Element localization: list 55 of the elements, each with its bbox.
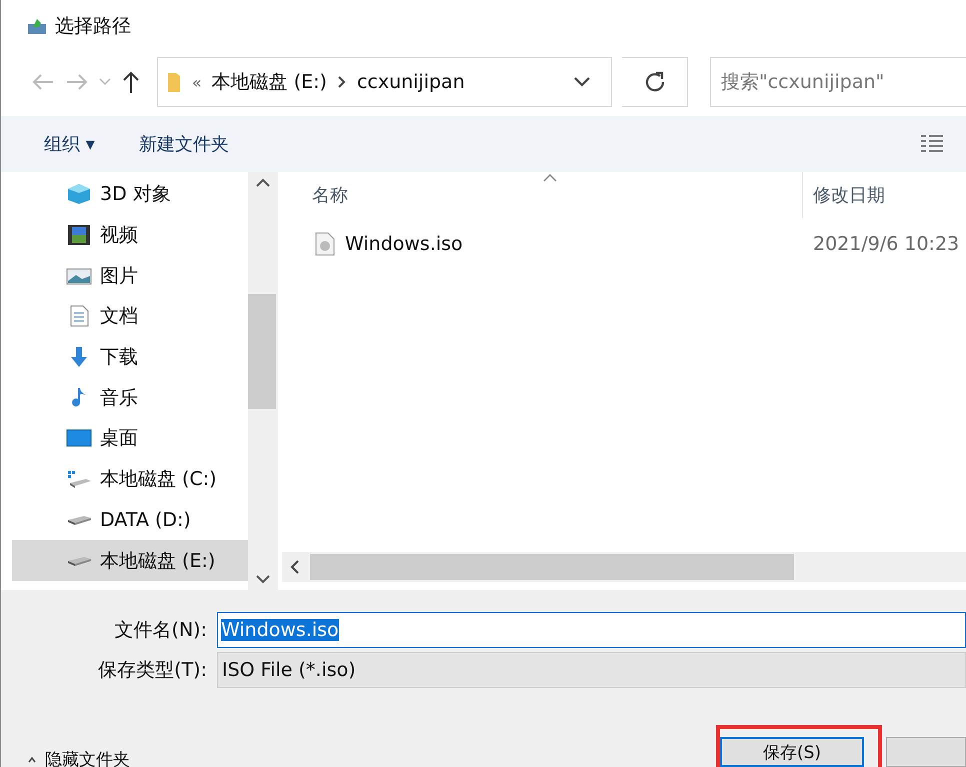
address-bar[interactable]: « 本地磁盘 (E:) ccxunijipan [156, 57, 612, 107]
drive-icon [66, 514, 92, 526]
sidebar-item[interactable]: 本地磁盘 (C:) [12, 458, 248, 500]
sidebar-item[interactable]: DATA (D:) [12, 500, 248, 540]
drive-icon [66, 468, 92, 490]
caret-icon[interactable] [98, 78, 111, 86]
scroll-thumb[interactable] [248, 294, 276, 408]
caret-icon [27, 754, 37, 764]
organize-menu[interactable]: 组织 ▾ [44, 132, 95, 156]
sidebar-item[interactable]: 文档 [12, 296, 248, 337]
refresh-button[interactable] [622, 57, 688, 107]
file-name-field[interactable]: Windows.iso [217, 612, 966, 648]
forward-arrow-icon[interactable] [64, 72, 89, 92]
dropdown-caret-icon[interactable] [573, 76, 592, 88]
save-type-dropdown[interactable]: ISO File (*.iso) [217, 652, 966, 688]
sidebar-item[interactable]: 下载 [12, 336, 248, 378]
breadcrumb-item[interactable]: ccxunijipan [356, 71, 465, 93]
back-arrow-icon[interactable] [31, 72, 55, 92]
scroll-down-icon[interactable] [256, 574, 270, 584]
film-icon [66, 224, 92, 246]
hide-folders-toggle[interactable]: 隐藏文件夹 [27, 747, 130, 767]
scroll-thumb[interactable] [310, 554, 794, 580]
horizontal-scrollbar[interactable] [282, 552, 966, 582]
dialog-button[interactable] [886, 737, 966, 767]
window-title: 选择路径 [55, 14, 131, 39]
up-arrow-icon[interactable] [120, 70, 141, 94]
scroll-up-icon[interactable] [256, 178, 270, 188]
overflow-chevron[interactable]: « [192, 72, 202, 92]
sidebar-item[interactable]: 本地磁盘 (E:) [12, 540, 248, 581]
cube-icon [66, 183, 92, 206]
search-field[interactable]: 搜索"ccxunijipan" [710, 57, 966, 107]
sidebar-item[interactable]: 3D 对象 [12, 174, 248, 215]
folder-icon [166, 71, 182, 93]
desktop-icon [66, 427, 92, 450]
modified-date: 2021/9/6 10:23 [812, 233, 960, 255]
save-button[interactable]: 保存(S) [720, 737, 864, 767]
drive-icon [66, 554, 92, 567]
save-type-label: 保存类型(T): [97, 658, 208, 683]
scroll-left-icon[interactable] [290, 560, 300, 574]
column-header[interactable]: 修改日期 [803, 183, 963, 207]
new-folder-button[interactable]: 新建文件夹 [138, 132, 229, 156]
file-name-label: 文件名(N): [114, 618, 208, 643]
sidebar-item[interactable]: 桌面 [12, 418, 248, 459]
refresh-icon [644, 71, 666, 93]
vertical-scrollbar[interactable] [248, 172, 278, 590]
breadcrumb-item[interactable]: 本地磁盘 (E:) [212, 69, 327, 95]
file-name[interactable]: Windows.iso [345, 233, 463, 255]
sidebar-item[interactable]: 视频 [12, 214, 248, 256]
app-icon [27, 17, 47, 35]
column-header[interactable]: 名称 [278, 183, 802, 207]
selected-text: Windows.iso [221, 619, 339, 641]
chevron-icon [336, 76, 347, 88]
sidebar-item[interactable]: 音乐 [12, 377, 248, 418]
sidebar-item[interactable]: 图片 [12, 255, 248, 296]
disc-file-icon [315, 232, 335, 256]
